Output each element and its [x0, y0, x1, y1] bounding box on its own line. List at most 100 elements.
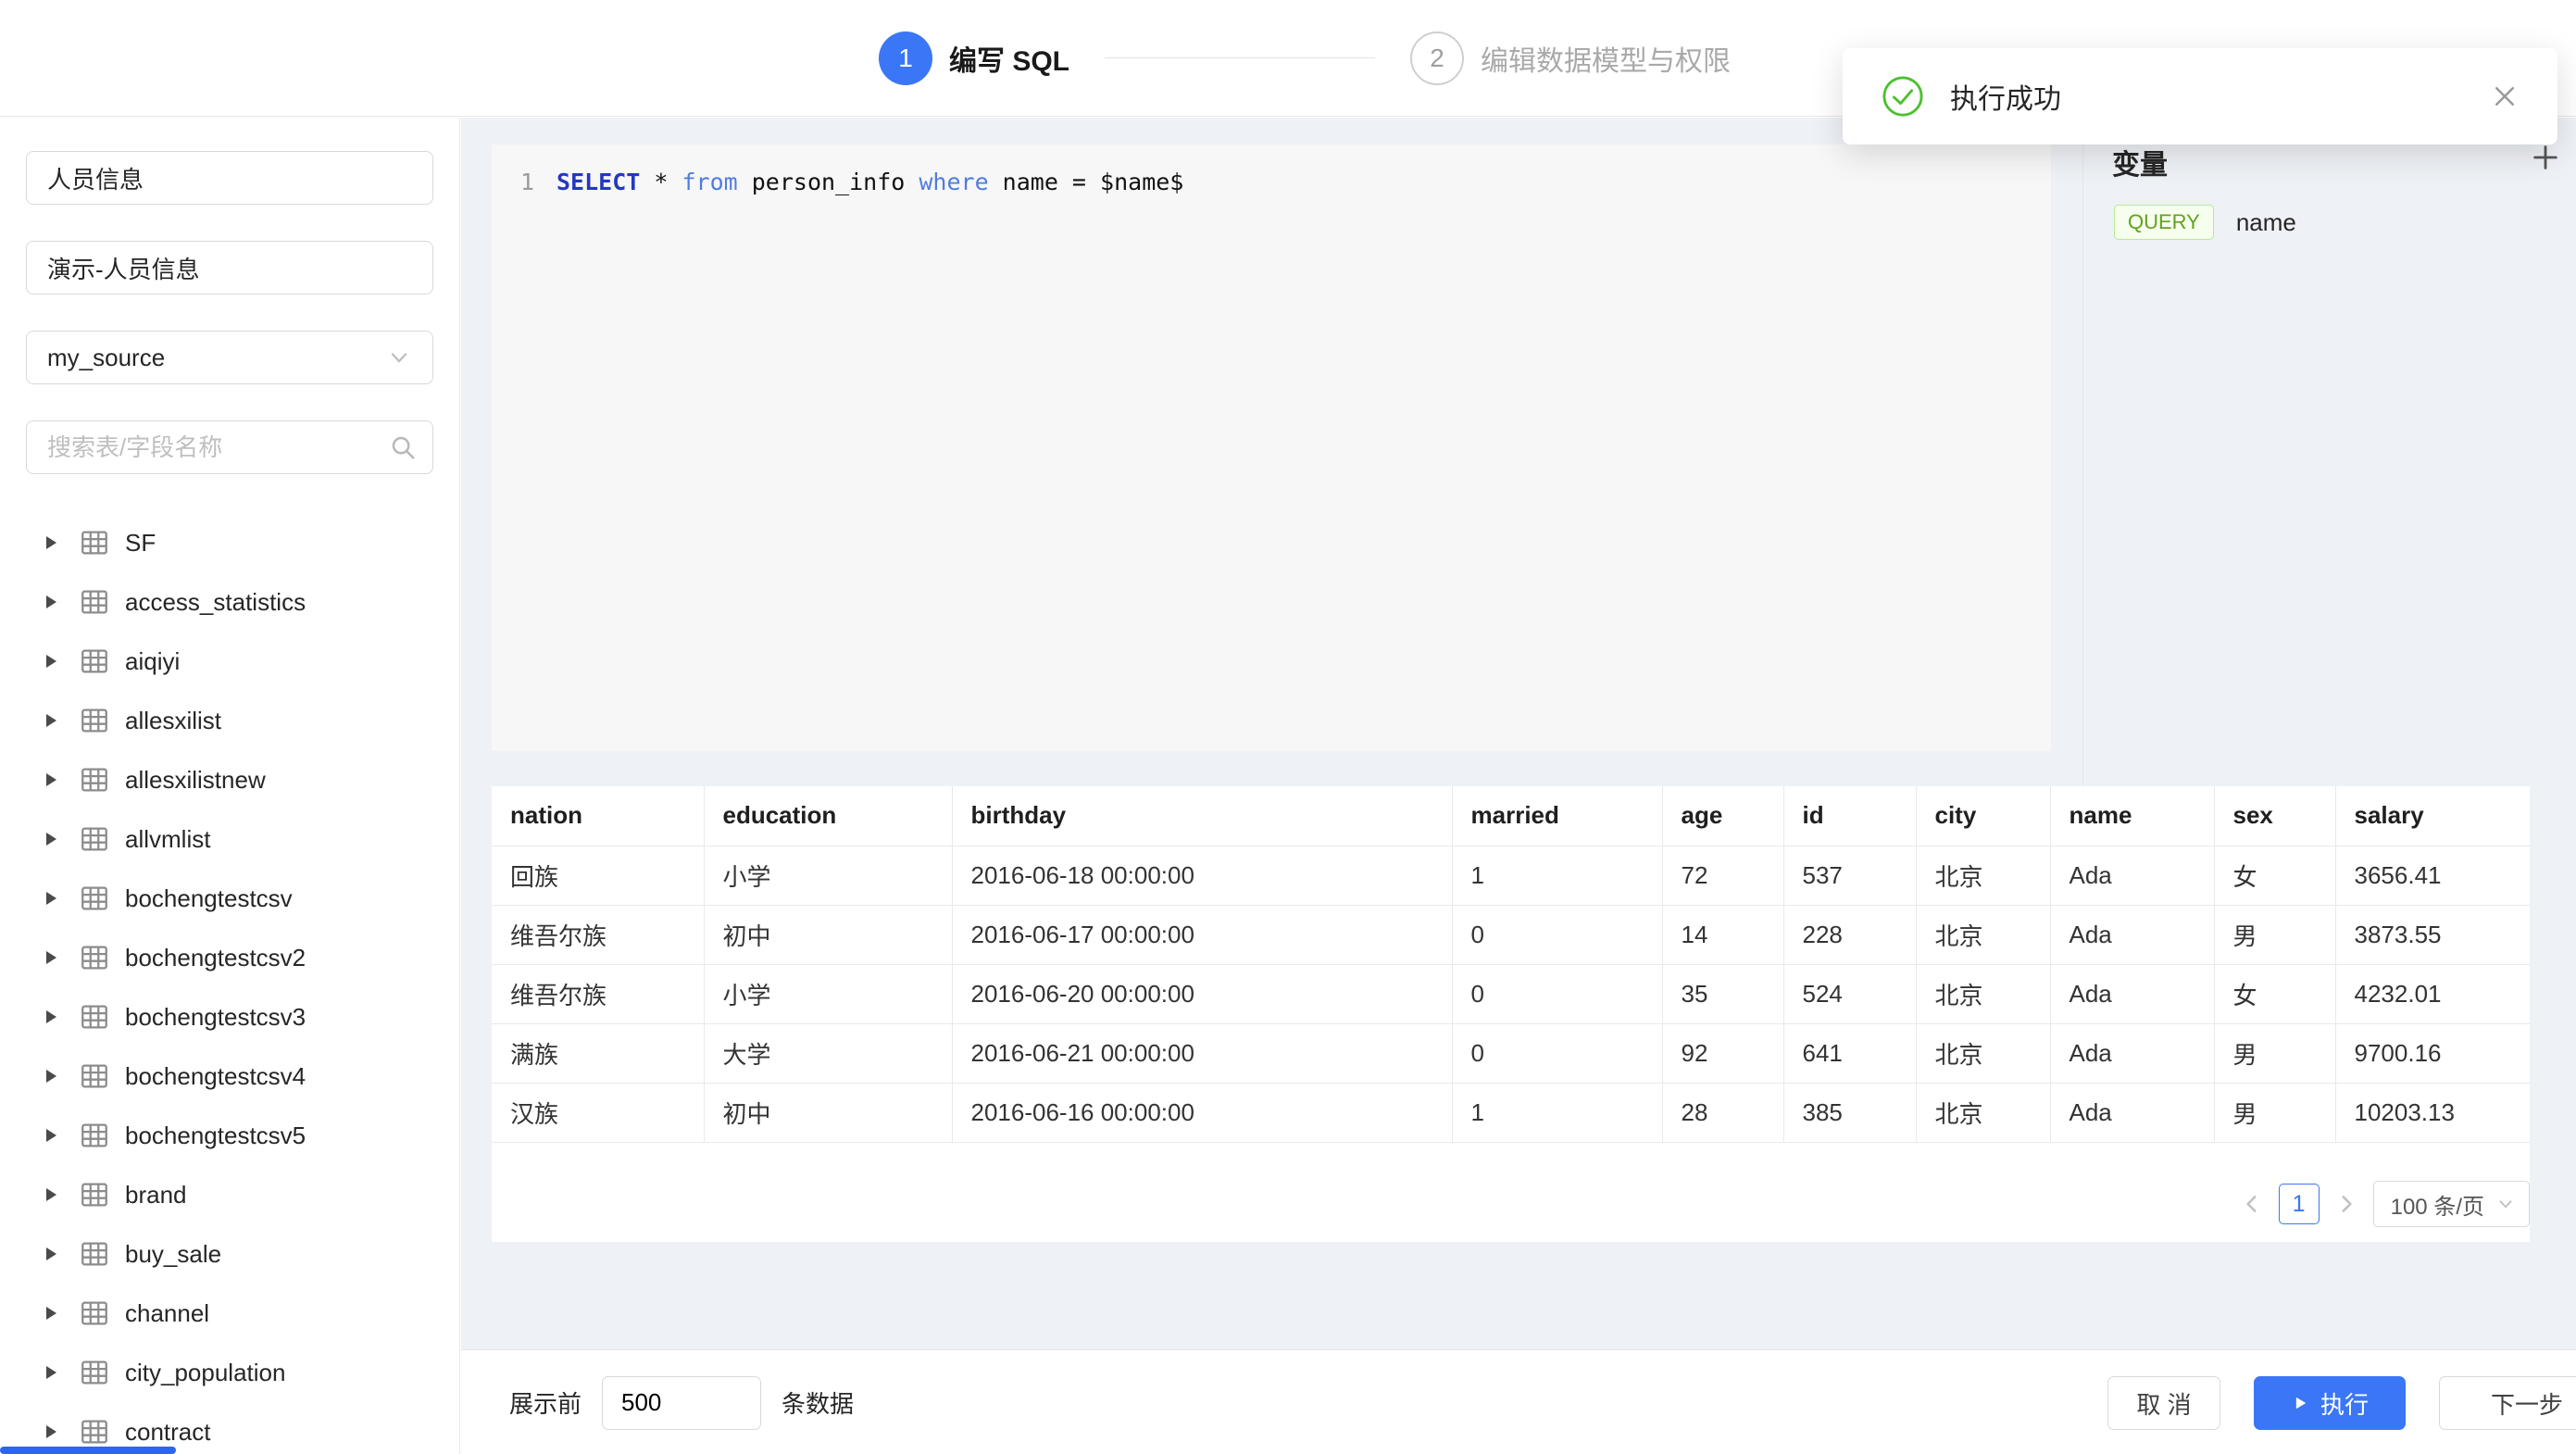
code-line: 1 SELECT * from person_info where name =… [492, 169, 2051, 195]
sql-text: person_info [738, 169, 919, 195]
caret-right-icon[interactable] [46, 536, 56, 549]
caret-right-icon[interactable] [46, 595, 56, 608]
results-table: nation education birthday married age id… [492, 786, 2530, 1143]
table-icon [79, 883, 110, 914]
column-header: city [1916, 786, 2050, 846]
table-cell: 10203.13 [2335, 1083, 2530, 1142]
table-list-item[interactable]: brand [26, 1165, 433, 1224]
table-cell: 2016-06-20 00:00:00 [952, 964, 1452, 1023]
table-cell: 北京 [1916, 1023, 2050, 1083]
table-cell: 北京 [1916, 964, 2050, 1023]
caret-right-icon[interactable] [46, 1188, 56, 1201]
table-list-item[interactable]: allvmlist [26, 809, 433, 869]
table-icon [79, 1297, 110, 1329]
caret-right-icon[interactable] [46, 1366, 56, 1379]
cancel-button[interactable]: 取 消 [2107, 1376, 2220, 1430]
page-size-value: 100 条/页 [2391, 1188, 2484, 1221]
table-cell: 北京 [1916, 846, 2050, 905]
close-icon[interactable] [2491, 82, 2519, 110]
table-cell: 北京 [1916, 905, 2050, 964]
table-cell: 537 [1783, 846, 1916, 905]
execute-button[interactable]: 执行 [2254, 1376, 2406, 1430]
step-edit-model[interactable]: 2 编辑数据模型与权限 [1410, 31, 1731, 85]
caret-right-icon[interactable] [46, 714, 56, 727]
column-header: sex [2214, 786, 2335, 846]
line-number: 1 [492, 169, 534, 195]
caret-right-icon[interactable] [46, 1010, 56, 1023]
dataset-display-name-input[interactable] [26, 241, 433, 295]
row-limit-input[interactable] [602, 1376, 761, 1430]
table-list-item[interactable]: city_population [26, 1343, 433, 1402]
next-page-icon[interactable] [2334, 1192, 2358, 1216]
table-list-item[interactable]: allesxilistnew [26, 750, 433, 809]
search-input[interactable] [26, 420, 433, 474]
table-name: allesxilist [125, 707, 221, 735]
table-name: bochengtestcsv2 [125, 944, 306, 972]
caret-right-icon[interactable] [46, 1425, 56, 1438]
table-name: SF [125, 529, 156, 558]
table-list-item[interactable]: allesxilist [26, 691, 433, 750]
add-variable-icon[interactable] [2530, 142, 2561, 173]
table-cell: 2016-06-18 00:00:00 [952, 846, 1452, 905]
step-2-circle: 2 [1410, 31, 1464, 85]
column-header: salary [2335, 786, 2530, 846]
row-limit-prefix: 展示前 [509, 1385, 581, 1420]
table-cell: 女 [2214, 846, 2335, 905]
table-list-item[interactable]: bochengtestcsv5 [26, 1106, 433, 1165]
prev-page-icon[interactable] [2240, 1192, 2264, 1216]
sql-editor[interactable]: 1 SELECT * from person_info where name =… [492, 144, 2051, 751]
table-icon [79, 527, 110, 558]
table-cell: 228 [1783, 905, 1916, 964]
caret-right-icon[interactable] [46, 655, 56, 668]
sql-text: name = $name$ [989, 169, 1184, 195]
table-list-item[interactable]: access_statistics [26, 572, 433, 632]
left-sidebar: my_source SF access_statistics aiqiyi al… [0, 118, 460, 1454]
page-size-select[interactable]: 100 条/页 [2373, 1181, 2530, 1227]
caret-right-icon[interactable] [46, 1129, 56, 1142]
footer-bar: 展示前 条数据 取 消 执行 下一步 [461, 1349, 2576, 1454]
table-list-item[interactable]: buy_sale [26, 1224, 433, 1284]
sql-keyword: from [682, 169, 737, 195]
table-cell: 28 [1662, 1083, 1783, 1142]
caret-right-icon[interactable] [46, 951, 56, 964]
sql-text: * [640, 169, 682, 195]
dataset-name-input[interactable] [26, 151, 433, 205]
table-cell: Ada [2050, 1083, 2214, 1142]
table-list-item[interactable]: bochengtestcsv2 [26, 928, 433, 987]
column-header: nation [492, 786, 704, 846]
pagination: 1 100 条/页 [2240, 1181, 2530, 1227]
table-row: 维吾尔族 小学 2016-06-20 00:00:00 0 35 524 北京 … [492, 964, 2530, 1023]
caret-right-icon[interactable] [46, 1247, 56, 1260]
caret-right-icon[interactable] [46, 1070, 56, 1083]
table-header-row: nation education birthday married age id… [492, 786, 2530, 846]
column-header: name [2050, 786, 2214, 846]
table-list-item[interactable]: channel [26, 1284, 433, 1343]
table-name: buy_sale [125, 1240, 221, 1269]
caret-right-icon[interactable] [46, 892, 56, 905]
caret-right-icon[interactable] [46, 1307, 56, 1320]
variables-panel-title: 变量 [2112, 142, 2168, 182]
table-cell: 初中 [704, 1083, 952, 1142]
next-step-button[interactable]: 下一步 [2439, 1376, 2576, 1430]
variable-name: name [2236, 208, 2296, 237]
step-write-sql[interactable]: 1 编写 SQL [879, 31, 1069, 85]
current-page-button[interactable]: 1 [2279, 1184, 2320, 1224]
table-list-item[interactable]: aiqiyi [26, 632, 433, 691]
table-name: brand [125, 1181, 187, 1210]
table-list-item[interactable]: bochengtestcsv3 [26, 987, 433, 1047]
table-name: city_population [125, 1359, 285, 1387]
datasource-select[interactable]: my_source [26, 331, 433, 384]
table-icon [79, 586, 110, 618]
table-list-item[interactable]: bochengtestcsv [26, 869, 433, 928]
table-cell: 92 [1662, 1023, 1783, 1083]
caret-right-icon[interactable] [46, 773, 56, 786]
table-list-item[interactable]: bochengtestcsv4 [26, 1047, 433, 1106]
sidebar-scrollbar-thumb[interactable] [0, 1447, 176, 1454]
caret-right-icon[interactable] [46, 833, 56, 846]
table-name: channel [125, 1299, 209, 1328]
steps-indicator: 1 编写 SQL 2 编辑数据模型与权限 [879, 31, 1731, 85]
table-list-item[interactable]: SF [26, 513, 433, 572]
table-cell: 35 [1662, 964, 1783, 1023]
table-cell: 3656.41 [2335, 846, 2530, 905]
table-icon [79, 1120, 110, 1151]
